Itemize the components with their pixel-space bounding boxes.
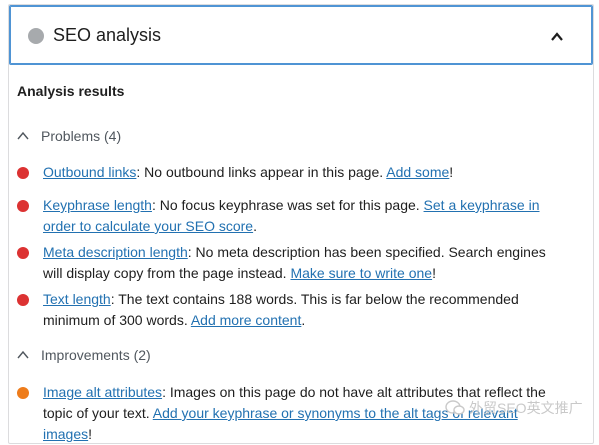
watermark-text: 外贸SEO英文推广: [469, 400, 583, 416]
add-more-content-link[interactable]: Add more content: [191, 312, 302, 328]
meta-description-length-link[interactable]: Meta description length: [43, 244, 188, 260]
list-item: Text length: The text contains 188 words…: [17, 289, 557, 331]
text-length-link[interactable]: Text length: [43, 291, 111, 307]
analysis-results-heading: Analysis results: [17, 83, 125, 99]
chevron-up-icon[interactable]: [550, 30, 564, 44]
image-alt-attributes-link[interactable]: Image alt attributes: [43, 384, 162, 400]
improvements-label: Improvements (2): [41, 347, 151, 363]
outbound-links-link[interactable]: Outbound links: [43, 164, 136, 180]
write-one-link[interactable]: Make sure to write one: [290, 265, 432, 281]
problems-toggle[interactable]: Problems (4): [17, 128, 121, 144]
list-item: Outbound links: No outbound links appear…: [17, 162, 557, 183]
chevron-up-icon: [17, 131, 29, 140]
add-some-link[interactable]: Add some: [386, 164, 449, 180]
chat-icon: [445, 400, 465, 415]
problem-bullet-icon: [17, 294, 29, 306]
problem-bullet-icon: [17, 247, 29, 259]
problems-label: Problems (4): [41, 128, 122, 144]
list-item: Meta description length: No meta descrip…: [17, 242, 557, 284]
watermark: 外贸SEO英文推广: [445, 398, 583, 418]
improvement-bullet-icon: [17, 387, 29, 399]
seo-analysis-toggle[interactable]: SEO analysis: [9, 5, 593, 65]
chevron-up-icon: [17, 350, 29, 359]
keyphrase-length-link[interactable]: Keyphrase length: [43, 197, 152, 213]
list-item: Keyphrase length: No focus keyphrase was…: [17, 195, 557, 237]
seo-score-indicator: [28, 28, 44, 44]
panel-title: SEO analysis: [53, 25, 162, 45]
improvements-toggle[interactable]: Improvements (2): [17, 347, 151, 363]
problem-bullet-icon: [17, 167, 29, 179]
problem-bullet-icon: [17, 200, 29, 212]
